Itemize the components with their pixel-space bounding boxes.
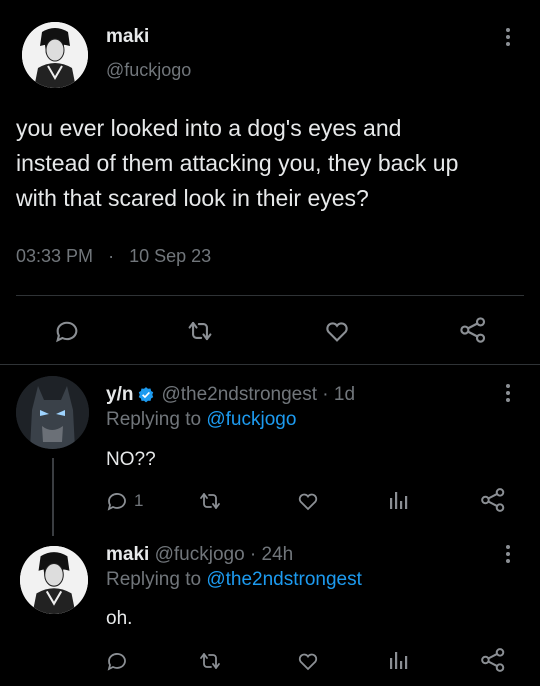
like-icon[interactable] [295,649,321,673]
share-icon[interactable] [479,486,507,514]
reply-count: 1 [134,491,144,510]
avatar-image [20,546,88,614]
tweet-time[interactable]: 03:33 PM [16,246,93,266]
replying-prefix: Replying to [106,569,202,590]
thread-line [52,458,54,536]
replying-to: Replying to @the2ndstrongest [106,569,362,591]
display-name[interactable]: maki [106,544,149,565]
divider [0,364,540,365]
tweet-date[interactable]: 10 Sep 23 [129,246,211,266]
share-icon[interactable] [457,315,489,345]
reply-header: y/n @the2ndstrongest · 1d [106,384,355,406]
reply-text: NO?? [106,449,156,470]
replying-to-handle[interactable]: @fuckjogo [206,409,296,430]
tweet-text-line: you ever looked into a dog's eyes and [16,115,402,141]
avatar-image [22,22,88,88]
avatar[interactable] [22,22,88,88]
handle-time[interactable]: @fuckjogo · 24h [155,544,294,565]
analytics-icon[interactable] [387,648,411,672]
retweet-icon[interactable] [197,489,223,513]
display-name[interactable]: y/n [106,384,133,406]
avatar-image [16,376,89,449]
verified-badge-icon [137,386,155,404]
tweet-metadata: 03:33 PM · 10 Sep 23 [16,246,211,267]
avatar[interactable] [16,376,89,449]
analytics-icon[interactable] [387,488,411,512]
retweet-icon[interactable] [197,649,223,673]
handle-time[interactable]: @the2ndstrongest · 1d [161,384,355,406]
avatar[interactable] [20,546,88,614]
tweet-text-line: instead of them attacking you, they back… [16,150,459,176]
retweet-icon[interactable] [185,317,215,345]
reply-button[interactable]: 1 [105,489,143,513]
more-options-icon[interactable] [505,384,511,402]
replying-to: Replying to @fuckjogo [106,409,296,431]
more-options-icon[interactable] [505,545,511,563]
share-icon[interactable] [479,646,507,674]
display-name[interactable]: maki [106,26,149,48]
reply-header: maki @fuckjogo · 24h [106,544,293,566]
replying-to-handle[interactable]: @the2ndstrongest [206,569,362,590]
reply-icon [105,489,129,513]
reply-text: oh. [106,608,133,629]
replying-prefix: Replying to [106,409,202,430]
like-icon[interactable] [295,489,321,513]
more-options-icon[interactable] [505,28,511,46]
tweet-text-line: with that scared look in their eyes? [16,185,369,211]
tweet-text: you ever looked into a dog's eyes and in… [16,111,458,216]
divider [16,295,524,296]
handle[interactable]: @fuckjogo [106,60,191,81]
meta-separator: · [108,246,115,266]
like-icon[interactable] [322,317,352,345]
reply-icon[interactable] [105,649,129,673]
reply-icon[interactable] [53,317,81,345]
